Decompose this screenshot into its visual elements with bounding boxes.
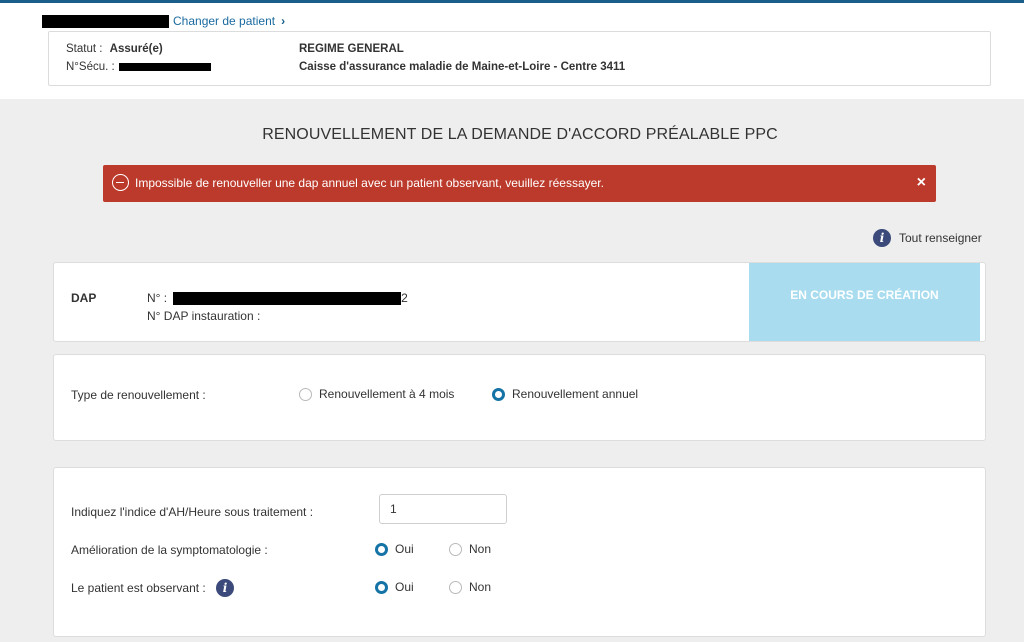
ah-index-label: Indiquez l'indice d'AH/Heure sous traite… (71, 505, 314, 519)
error-alert: Impossible de renouveller une dap annuel… (103, 165, 936, 202)
regime-label: REGIME GENERAL (299, 43, 404, 55)
radio-label: Oui (395, 580, 414, 594)
page-title: RENOUVELLEMENT DE LA DEMANDE D'ACCORD PR… (262, 126, 778, 143)
radio-button-selected-icon[interactable] (375, 580, 388, 594)
statut-label: Statut : (66, 43, 103, 55)
radio-renewal-annual[interactable]: Renouvellement annuel (492, 387, 638, 401)
radio-renewal-4-months[interactable]: Renouvellement à 4 mois (299, 387, 454, 401)
radio-symptom-yes[interactable]: Oui (375, 542, 414, 556)
renewal-type-card: Type de renouvellement : Renouvellement … (53, 354, 986, 441)
status-badge: EN COURS DE CRÉATION (749, 263, 980, 341)
ah-index-input[interactable] (379, 494, 507, 524)
radio-label: Renouvellement annuel (512, 387, 639, 401)
nsecu-label: N°Sécu. : (66, 61, 115, 73)
minus-circle-icon (112, 174, 129, 191)
close-icon[interactable]: × (917, 174, 926, 192)
change-patient-link[interactable]: Changer de patient (173, 14, 275, 28)
radio-symptom-no[interactable]: Non (449, 542, 491, 556)
dap-number-label: N° : (147, 291, 168, 305)
redacted-patient-name (42, 14, 169, 28)
radio-button-selected-icon[interactable] (492, 387, 505, 401)
redacted-nsecu (118, 63, 211, 71)
info-icon: i (873, 229, 891, 247)
patient-info-card: Statut : Assuré(e) N°Sécu. : REGIME GENE… (48, 31, 991, 86)
dap-number-row: N° : 2 (147, 291, 408, 305)
radio-label: Non (469, 580, 492, 594)
renewal-type-label: Type de renouvellement : (71, 388, 206, 402)
radio-observant-no[interactable]: Non (449, 580, 491, 594)
chevron-right-icon[interactable]: › (281, 14, 285, 28)
caisse-label: Caisse d'assurance maladie de Maine-et-L… (299, 61, 626, 73)
dap-card: DAP N° : 2 N° DAP instauration : EN COUR… (53, 262, 986, 342)
symptom-label: Amélioration de la symptomatologie : (71, 543, 268, 557)
treatment-form-card: Indiquez l'indice d'AH/Heure sous traite… (53, 467, 986, 637)
radio-label: Non (469, 542, 492, 556)
radio-button-icon[interactable] (449, 542, 462, 556)
radio-button-icon[interactable] (449, 580, 462, 594)
alert-message: Impossible de renouveller une dap annuel… (135, 176, 604, 190)
dap-number-suffix: 2 (401, 291, 408, 305)
radio-button-selected-icon[interactable] (375, 542, 388, 556)
fill-all-label: Tout renseigner (899, 231, 982, 245)
patient-header: Changer de patient › Statut : Assuré(e) … (0, 3, 1024, 99)
statut-row: Statut : Assuré(e) (66, 43, 163, 55)
patient-name-row: Changer de patient › (42, 14, 285, 28)
radio-label: Renouvellement à 4 mois (319, 387, 455, 401)
nsecu-row: N°Sécu. : (66, 61, 211, 73)
dap-label: DAP (71, 291, 97, 305)
redacted-dap-number (173, 291, 402, 305)
radio-button-icon[interactable] (299, 387, 312, 401)
radio-observant-yes[interactable]: Oui (375, 580, 414, 594)
observant-label: Le patient est observant : (71, 581, 206, 595)
statut-value: Assuré(e) (109, 43, 163, 55)
dap-instauration-label: N° DAP instauration : (147, 309, 261, 323)
fill-all-link[interactable]: i Tout renseigner (873, 229, 982, 247)
radio-label: Oui (395, 542, 414, 556)
info-icon[interactable]: i (216, 579, 234, 597)
